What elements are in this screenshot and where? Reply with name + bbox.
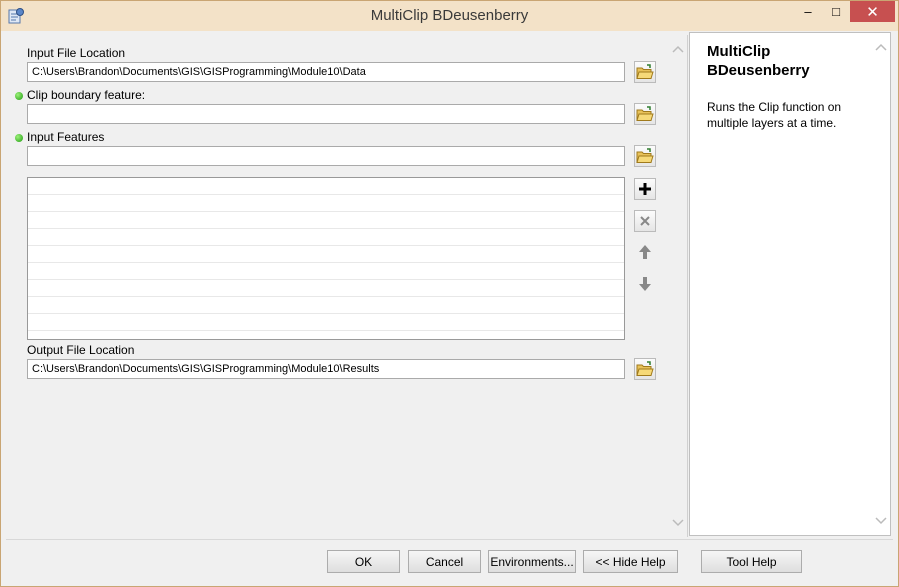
help-title: MultiClip BDeusenberry	[707, 43, 810, 79]
list-item[interactable]	[28, 246, 624, 263]
arrow-up-icon	[639, 245, 651, 259]
chevron-down-icon[interactable]	[874, 517, 887, 525]
input-features-list[interactable]	[27, 177, 625, 340]
open-folder-icon	[636, 64, 654, 79]
dialog-client: Input File Location C:\Users\Brandon\Doc…	[6, 32, 893, 582]
chevron-down-icon[interactable]	[671, 519, 684, 527]
input-features-field[interactable]	[27, 146, 625, 166]
parameters-panel: Input File Location C:\Users\Brandon\Doc…	[8, 35, 688, 537]
required-indicator-icon	[15, 92, 23, 100]
environments-button[interactable]: Environments...	[488, 550, 576, 573]
list-item[interactable]	[28, 263, 624, 280]
output-location-label: Output File Location	[27, 343, 135, 357]
output-location-field[interactable]: C:\Users\Brandon\Documents\GIS\GISProgra…	[27, 359, 625, 379]
title-bar[interactable]: MultiClip BDeusenberry – □ ✕	[1, 1, 898, 31]
hide-help-button[interactable]: << Hide Help	[583, 550, 678, 573]
maximize-button[interactable]: □	[822, 1, 850, 22]
input-features-label: Input Features	[27, 130, 105, 144]
help-scrollbar[interactable]	[872, 43, 889, 525]
help-panel: MultiClip BDeusenberry Runs the Clip fun…	[689, 32, 891, 536]
list-item[interactable]	[28, 314, 624, 331]
input-location-field[interactable]: C:\Users\Brandon\Documents\GIS\GISProgra…	[27, 62, 625, 82]
input-location-label: Input File Location	[27, 46, 126, 60]
clip-boundary-label: Clip boundary feature:	[27, 88, 146, 102]
add-item-button[interactable]	[634, 178, 656, 200]
input-features-browse-button[interactable]	[634, 145, 656, 167]
arrow-down-icon	[639, 277, 651, 291]
minimize-button[interactable]: –	[794, 1, 822, 22]
ok-button[interactable]: OK	[327, 550, 400, 573]
required-indicator-icon	[15, 134, 23, 142]
move-down-button[interactable]	[634, 273, 656, 295]
clip-boundary-field[interactable]	[27, 104, 625, 124]
chevron-up-icon[interactable]	[671, 45, 684, 53]
open-folder-icon	[636, 106, 654, 121]
x-icon	[640, 216, 650, 226]
help-description: Runs the Clip function on multiple layer…	[707, 100, 842, 130]
list-item[interactable]	[28, 280, 624, 297]
list-item[interactable]	[28, 195, 624, 212]
button-bar: OK Cancel Environments... << Hide Help T…	[6, 539, 893, 582]
chevron-up-icon[interactable]	[874, 43, 887, 51]
list-item[interactable]	[28, 229, 624, 246]
list-item[interactable]	[28, 178, 624, 195]
clip-boundary-browse-button[interactable]	[634, 103, 656, 125]
open-folder-icon	[636, 148, 654, 163]
input-location-browse-button[interactable]	[634, 61, 656, 83]
plus-icon	[639, 183, 651, 195]
parameters-scrollbar[interactable]	[669, 45, 686, 527]
tool-dialog-window: MultiClip BDeusenberry – □ ✕ Input File …	[0, 0, 899, 587]
list-item[interactable]	[28, 297, 624, 314]
cancel-button[interactable]: Cancel	[408, 550, 481, 573]
window-title: MultiClip BDeusenberry	[370, 7, 529, 24]
move-up-button[interactable]	[634, 241, 656, 263]
close-button[interactable]: ✕	[850, 1, 895, 22]
tool-help-button[interactable]: Tool Help	[701, 550, 802, 573]
output-location-browse-button[interactable]	[634, 358, 656, 380]
list-item[interactable]	[28, 212, 624, 229]
open-folder-icon	[636, 361, 654, 376]
remove-item-button[interactable]	[634, 210, 656, 232]
